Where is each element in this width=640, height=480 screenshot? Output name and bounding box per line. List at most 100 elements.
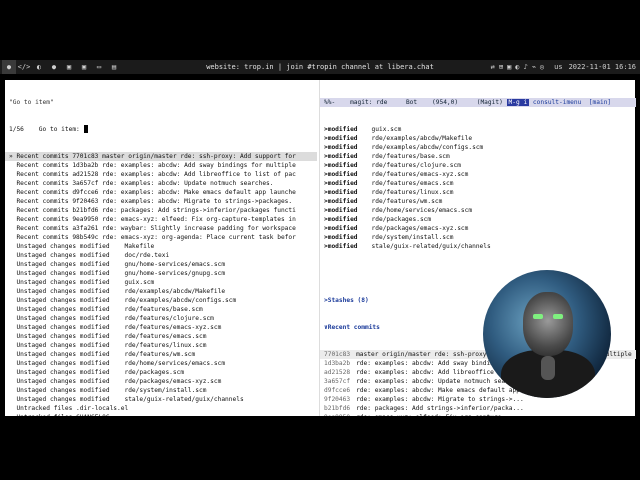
file-path: rde/system/install.scm bbox=[371, 234, 454, 241]
modified-label: >modified bbox=[324, 198, 358, 205]
commit-message: rde: examples: abcdw: Migrate to strings… bbox=[356, 396, 524, 403]
tray-icons: ⇄ ⊞ ▣ ◐ ♪ ⌁ ◎ bbox=[491, 60, 549, 74]
tray-icon-5[interactable]: ♪ bbox=[523, 63, 527, 71]
file-path: rde/features/linux.scm bbox=[371, 189, 454, 196]
commit-row[interactable]: 9ea9950 rde: emacs-xyz: elfeed: Fix org-c… bbox=[320, 413, 636, 416]
webcam-eyes bbox=[533, 314, 563, 320]
completion-candidate[interactable]: Recent commits a3fa261 rde: waybar: Slig… bbox=[5, 224, 317, 233]
modified-label: >modified bbox=[324, 180, 358, 187]
file-path: rde/home/services/emacs.scm bbox=[371, 207, 473, 214]
goto-item-prompt[interactable]: 1/56 Go to item: bbox=[5, 125, 317, 134]
file-path: rde/features/clojure.scm bbox=[371, 162, 461, 169]
modified-label: >modified bbox=[324, 135, 358, 142]
tray-icon-3[interactable]: ▣ bbox=[507, 63, 511, 71]
tray-icon-7[interactable]: ◎ bbox=[540, 63, 544, 71]
tray-icon-1[interactable]: ⇄ bbox=[491, 63, 495, 71]
file-path: rde/features/wm.scm bbox=[371, 198, 443, 205]
completion-candidate[interactable]: Unstaged changes modified rde/home/servi… bbox=[5, 359, 317, 368]
completion-candidate[interactable]: Unstaged changes modified rde/features/c… bbox=[5, 314, 317, 323]
completion-candidate[interactable]: Recent commits b21bfd6 rde: packages: Ad… bbox=[5, 206, 317, 215]
modified-file-row[interactable]: >modified rde/system/install.scm bbox=[320, 233, 636, 242]
webcam-face bbox=[523, 292, 573, 356]
modified-file-row[interactable]: >modified rde/features/clojure.scm bbox=[320, 161, 636, 170]
modeline-keybinding: M-g i bbox=[506, 99, 530, 106]
completion-candidate[interactable]: Unstaged changes modified gnu/home-servi… bbox=[5, 260, 317, 269]
file-path: rde/packages.scm bbox=[371, 216, 432, 223]
prompt-text: 1/56 Go to item: bbox=[9, 126, 84, 133]
commit-hash: 9f20463 bbox=[324, 396, 351, 403]
modified-file-row[interactable]: >modified guix.scm bbox=[320, 125, 636, 134]
completion-candidate[interactable]: Unstaged changes modified rde/packages/e… bbox=[5, 377, 317, 386]
modified-label: >modified bbox=[324, 144, 358, 151]
completion-candidate[interactable]: Unstaged changes modified stale/guix-rel… bbox=[5, 395, 317, 404]
file-path: guix.scm bbox=[371, 126, 402, 133]
completion-candidate[interactable]: Unstaged changes modified rde/features/e… bbox=[5, 332, 317, 341]
completion-candidate[interactable]: Recent commits 98b549c rde: emacs-xyz: o… bbox=[5, 233, 317, 242]
commit-hash: 7701c83 bbox=[324, 351, 351, 358]
modified-file-row[interactable]: >modified rde/features/linux.scm bbox=[320, 188, 636, 197]
modified-label: >modified bbox=[324, 126, 358, 133]
top-bar: ● </> ◐ ● ▣ ▣ ▭ ▤ website: trop.in | join #trop… bbox=[0, 60, 640, 74]
commit-hash: 3a657cf bbox=[324, 378, 351, 385]
completion-candidate[interactable]: Recent commits d9fcce6 rde: examples: ab… bbox=[5, 188, 317, 197]
commit-hash: d9fcce6 bbox=[324, 387, 351, 394]
completion-candidate[interactable]: » Recent commits 7701c83 master origin/m… bbox=[5, 152, 317, 161]
commit-message: rde: emacs-xyz: elfeed: Fix org-capture.… bbox=[356, 414, 512, 416]
tray-icon-6[interactable]: ⌁ bbox=[532, 63, 536, 71]
modified-file-row[interactable]: >modified rde/features/emacs.scm bbox=[320, 179, 636, 188]
completion-candidate[interactable]: Unstaged changes modified Makefile bbox=[5, 242, 317, 251]
completion-candidate[interactable]: Untracked files .dir-locals.el bbox=[5, 404, 317, 413]
completion-candidate[interactable]: Recent commits ad21528 rde: examples: ab… bbox=[5, 170, 317, 179]
completion-candidate[interactable]: Unstaged changes modified rde/features/b… bbox=[5, 305, 317, 314]
modified-files-list: >modified guix.scm >modified rde/examples/a… bbox=[320, 125, 636, 251]
modified-file-row[interactable]: >modified rde/examples/abcdw/Makefile bbox=[320, 134, 636, 143]
tray-icon-2[interactable]: ⊞ bbox=[499, 63, 503, 71]
completion-candidate[interactable]: Unstaged changes modified rde/features/w… bbox=[5, 350, 317, 359]
completion-candidate[interactable]: Recent commits 3a657cf rde: examples: ab… bbox=[5, 179, 317, 188]
modified-label: >modified bbox=[324, 171, 358, 178]
modified-file-row[interactable]: >modified rde/features/base.scm bbox=[320, 152, 636, 161]
modified-file-row[interactable]: >modified stale/guix-related/guix/channel… bbox=[320, 242, 636, 251]
modified-file-row[interactable]: >modified rde/packages.scm bbox=[320, 215, 636, 224]
completion-candidates: » Recent commits 7701c83 master origin/m… bbox=[5, 152, 317, 416]
completion-candidate[interactable]: Unstaged changes modified guix.scm bbox=[5, 278, 317, 287]
minibuffer-completion-pane: "Go to item" 1/56 Go to item: » Recent c… bbox=[5, 80, 317, 416]
completion-candidate[interactable]: Untracked files CHANGELOG bbox=[5, 413, 317, 416]
file-path: stale/guix-related/guix/channels bbox=[371, 243, 491, 250]
completion-candidate[interactable]: Unstaged changes modified gnu/home-servi… bbox=[5, 269, 317, 278]
modified-file-row[interactable]: >modified rde/features/wm.scm bbox=[320, 197, 636, 206]
completion-candidate[interactable]: Unstaged changes modified rde/packages.s… bbox=[5, 368, 317, 377]
modified-label: >modified bbox=[324, 243, 358, 250]
completion-candidate[interactable]: Recent commits 9f20463 rde: examples: ab… bbox=[5, 197, 317, 206]
commit-hash: b21bfd6 bbox=[324, 405, 351, 412]
modified-label: >modified bbox=[324, 216, 358, 223]
keyboard-layout[interactable]: us bbox=[554, 60, 562, 74]
commit-row[interactable]: b21bfd6 rde: packages: Add strings->infer… bbox=[320, 404, 636, 413]
modeline-tail: consult-imenu [main] bbox=[529, 99, 612, 106]
modified-file-row[interactable]: >modified rde/home/services/emacs.scm bbox=[320, 206, 636, 215]
completion-candidate[interactable]: Unstaged changes modified rde/examples/a… bbox=[5, 296, 317, 305]
completion-candidate[interactable]: Unstaged changes modified rde/examples/a… bbox=[5, 287, 317, 296]
modeline: %%- magit: rde Bot (954,0) (Magit) M-g i… bbox=[320, 98, 636, 107]
modified-file-row[interactable]: >modified rde/examples/abcdw/configs.scm bbox=[320, 143, 636, 152]
modified-label: >modified bbox=[324, 225, 358, 232]
completion-candidate[interactable]: Recent commits 9ea9950 rde: emacs-xyz: e… bbox=[5, 215, 317, 224]
tray-icon-4[interactable]: ◐ bbox=[515, 63, 519, 71]
completion-candidate[interactable]: Unstaged changes modified rde/features/l… bbox=[5, 341, 317, 350]
file-path: rde/features/emacs-xyz.scm bbox=[371, 171, 469, 178]
system-tray: ⇄ ⊞ ▣ ◐ ♪ ⌁ ◎ us 2022-11-01 16:16 bbox=[491, 60, 636, 74]
completion-candidate[interactable]: Unstaged changes modified rde/system/ins… bbox=[5, 386, 317, 395]
completion-candidate[interactable]: Unstaged changes modified doc/rde.texi bbox=[5, 251, 317, 260]
modified-file-row[interactable]: >modified rde/features/emacs-xyz.scm bbox=[320, 170, 636, 179]
modified-label: >modified bbox=[324, 153, 358, 160]
prompt-title: "Go to item" bbox=[9, 99, 54, 106]
completion-candidate[interactable]: Recent commits 1d3ba2b rde: examples: ab… bbox=[5, 161, 317, 170]
file-path: rde/packages/emacs-xyz.scm bbox=[371, 225, 469, 232]
modified-label: >modified bbox=[324, 162, 358, 169]
completion-candidate[interactable]: Unstaged changes modified rde/features/e… bbox=[5, 323, 317, 332]
modified-file-row[interactable]: >modified rde/packages/emacs-xyz.scm bbox=[320, 224, 636, 233]
commit-hash: 1d3ba2b bbox=[324, 360, 351, 367]
clock: 2022-11-01 16:16 bbox=[568, 63, 636, 71]
file-path: rde/features/base.scm bbox=[371, 153, 450, 160]
